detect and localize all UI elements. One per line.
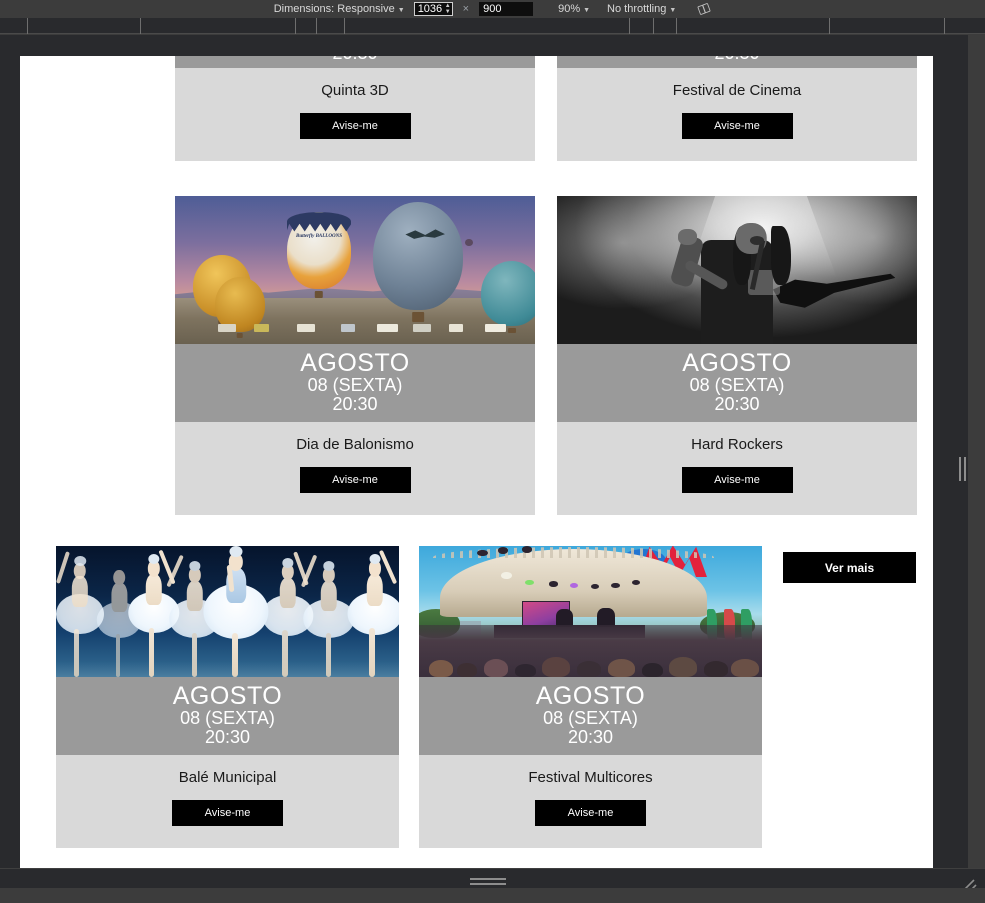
zoom-dropdown[interactable]: 90% ▼: [558, 3, 590, 15]
event-day: 08 (SEXTA): [689, 375, 785, 396]
event-photo: Butterfly BALLOONS: [175, 196, 535, 344]
ruler-tick: [944, 18, 945, 34]
ruler-tick: [676, 18, 677, 34]
spinner-down-icon[interactable]: ▼: [445, 9, 451, 15]
viewport-ruler: [0, 18, 985, 34]
ruler-tick: [653, 18, 654, 34]
device-toolbar: Dimensions: Responsive ▼ ▲ ▼ × 90% ▼ No …: [0, 0, 985, 18]
resize-grip-bar: [470, 882, 506, 885]
event-day: 08 (SEXTA): [180, 708, 275, 729]
event-day: 08 (SEXTA): [307, 375, 403, 396]
event-title: Hard Rockers: [691, 436, 783, 454]
event-month: AGOSTO: [300, 349, 410, 377]
event-day: 08 (SEXTA): [543, 708, 638, 729]
event-card[interactable]: AGOSTO 08 (SEXTA) 20:30 Balé Municipal A…: [56, 546, 399, 849]
event-date-band: AGOSTO 08 (SEXTA) 20:30: [557, 344, 917, 423]
ruler-tick: [829, 18, 830, 34]
notify-me-button[interactable]: Avise-me: [535, 800, 646, 827]
event-card[interactable]: AGOSTO 08 (SEXTA) 20:30 Hard Rockers Avi…: [557, 196, 917, 516]
notify-me-button[interactable]: Avise-me: [681, 467, 793, 494]
zoom-label: 90%: [558, 3, 581, 15]
dimension-separator: ×: [462, 3, 470, 15]
event-title: Festival de Cinema: [672, 82, 802, 99]
event-date-band: AGOSTO 08 (SEXTA) 20:30: [419, 677, 762, 756]
event-title: Quinta 3D: [321, 82, 389, 99]
resize-grip-bar: [958, 457, 961, 481]
balloon-brand-text: Butterfly BALLOONS: [296, 234, 342, 240]
notify-me-button[interactable]: Avise-me: [681, 113, 793, 139]
event-date-band: 20:30: [175, 56, 535, 68]
device-viewport-area: 20:30 Quinta 3D Avise-me 20:30 Festival …: [0, 35, 985, 889]
notify-me-button[interactable]: Avise-me: [172, 800, 283, 827]
event-title: Dia de Balonismo: [296, 436, 414, 454]
notify-me-button[interactable]: Avise-me: [299, 467, 411, 494]
event-month: AGOSTO: [682, 349, 792, 377]
notify-me-button[interactable]: Avise-me: [299, 113, 411, 139]
viewport-height-resize-handle[interactable]: [468, 876, 508, 886]
ruler-tick: [295, 18, 296, 34]
event-card[interactable]: Butterfly BALLOONS AGOSTO 08 (SEXTA) 20:…: [175, 196, 535, 516]
event-time: 20:30: [332, 394, 378, 415]
event-time: 20:30: [567, 727, 614, 748]
ruler-tick: [316, 18, 317, 34]
viewport-width-resize-handle[interactable]: [957, 455, 967, 483]
event-card[interactable]: 20:30 Festival de Cinema Avise-me: [557, 56, 917, 161]
throttling-label: No throttling: [607, 3, 667, 15]
rotate-device-icon[interactable]: [697, 2, 711, 16]
ruler-tick: [27, 18, 28, 34]
event-time: 20:30: [714, 394, 760, 415]
event-title: Balé Municipal: [178, 769, 277, 787]
ruler-tick: [140, 18, 141, 34]
dimensions-dropdown[interactable]: Dimensions: Responsive ▼: [274, 3, 405, 15]
event-title: Festival Multicores: [528, 769, 653, 787]
viewport-width-input[interactable]: [417, 3, 444, 15]
event-time: 20:30: [557, 56, 917, 64]
dimensions-label: Dimensions: Responsive: [273, 3, 395, 15]
resize-grip-bar: [470, 877, 506, 880]
chevron-down-icon: ▼: [583, 6, 591, 14]
event-month: AGOSTO: [535, 682, 646, 710]
event-date-band: AGOSTO 08 (SEXTA) 20:30: [56, 677, 399, 756]
event-photo: [557, 196, 917, 344]
event-time: 20:30: [175, 56, 535, 64]
width-spinner[interactable]: ▲ ▼: [445, 3, 451, 15]
event-month: AGOSTO: [172, 682, 283, 710]
event-photo: [56, 546, 399, 677]
event-date-band: 20:30: [557, 56, 917, 68]
ruler-tick: [629, 18, 630, 34]
rendered-page: 20:30 Quinta 3D Avise-me 20:30 Festival …: [20, 56, 933, 889]
viewport-right-gutter-inner: [938, 35, 968, 868]
event-date-band: AGOSTO 08 (SEXTA) 20:30: [175, 344, 535, 423]
devtools-outer-bottom-bar: [0, 888, 985, 903]
chevron-down-icon: ▼: [669, 6, 677, 14]
see-more-button[interactable]: Ver mais: [783, 552, 916, 583]
ruler-tick: [344, 18, 345, 34]
viewport-right-gutter: [938, 35, 985, 868]
event-card[interactable]: 20:30 Quinta 3D Avise-me: [175, 56, 535, 161]
event-photo: [419, 546, 762, 677]
resize-grip-bar: [963, 457, 966, 481]
event-time: 20:30: [204, 727, 251, 748]
throttling-dropdown[interactable]: No throttling ▼: [607, 3, 676, 15]
event-card[interactable]: AGOSTO 08 (SEXTA) 20:30 Festival Multico…: [419, 546, 762, 849]
viewport-width-field[interactable]: ▲ ▼: [413, 2, 453, 16]
viewport-height-input[interactable]: [479, 2, 534, 16]
chevron-down-icon: ▼: [397, 6, 405, 14]
